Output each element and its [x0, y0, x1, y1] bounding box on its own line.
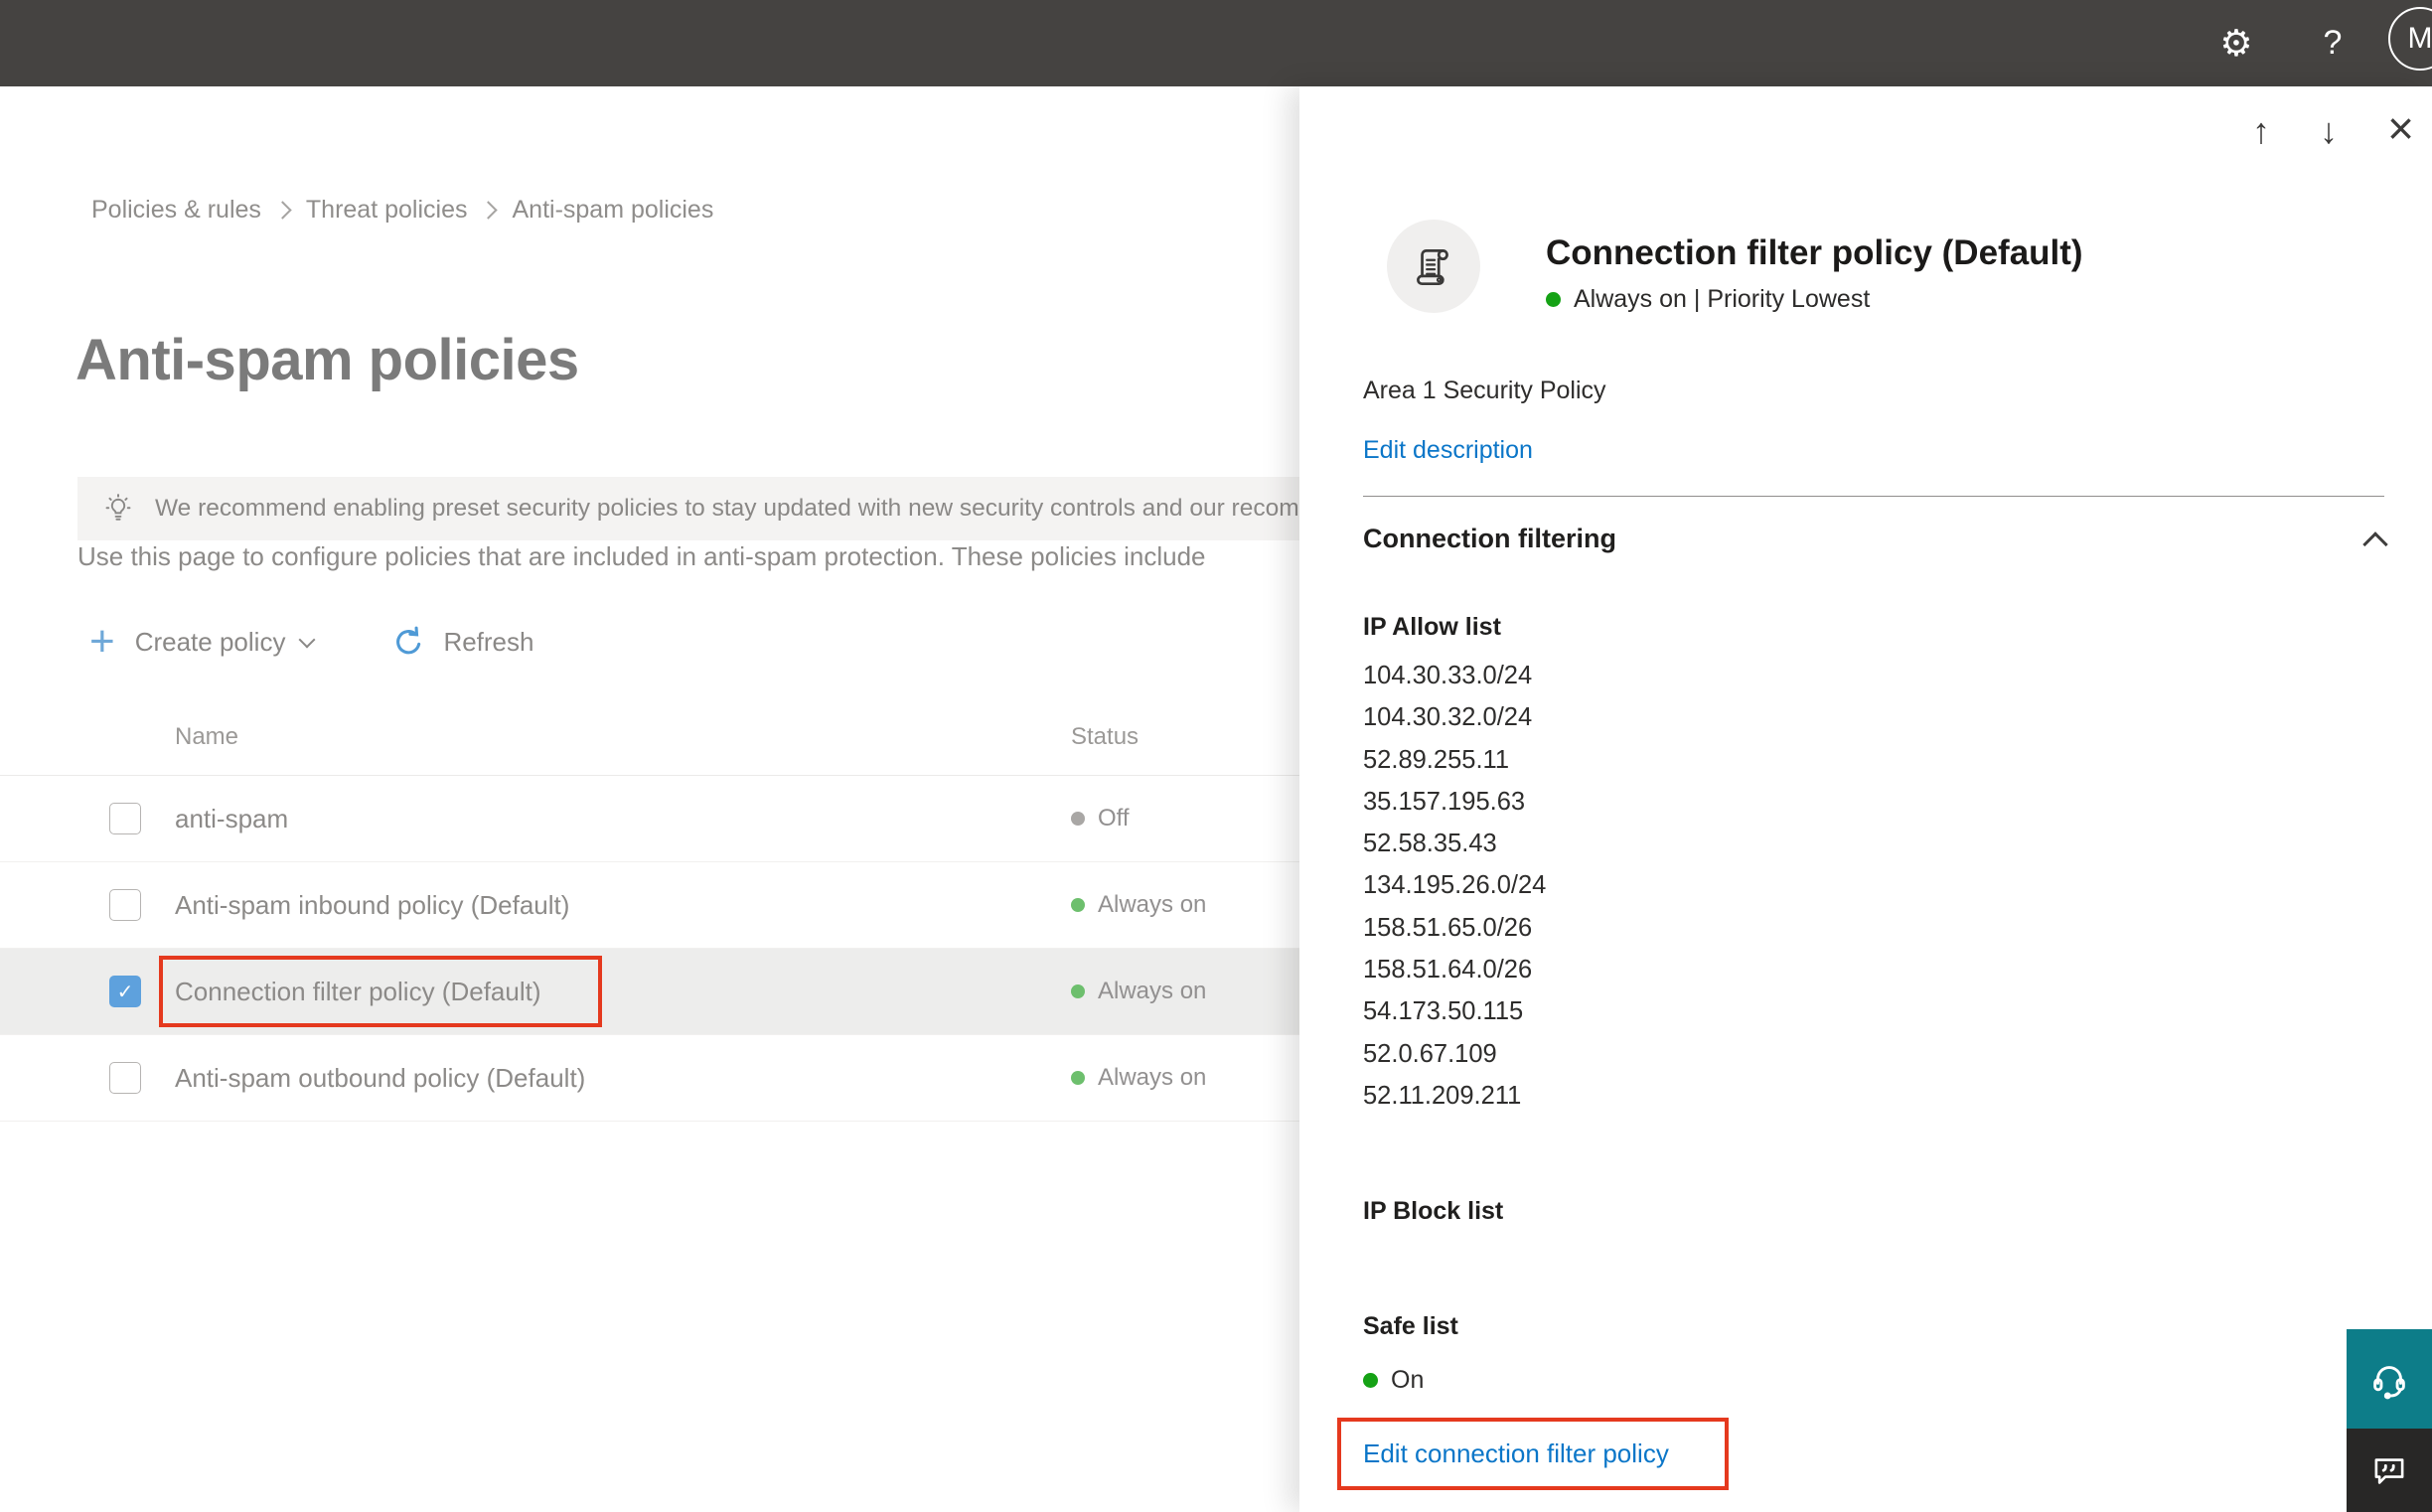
policy-name-link[interactable]: Connection filter policy (Default): [175, 977, 541, 1007]
column-header-name[interactable]: Name: [175, 723, 238, 751]
safe-list-status: On: [1363, 1366, 1424, 1395]
table-row[interactable]: anti-spam Off: [0, 776, 1299, 862]
panel-status-line: Always on | Priority Lowest: [1546, 285, 1870, 314]
panel-title: Connection filter policy (Default): [1546, 233, 2083, 272]
details-flyout-panel: ↑ ↓ × Connection filter policy (Default)…: [1299, 86, 2432, 1512]
feedback-speech-bubble-icon: [2374, 1458, 2404, 1484]
support-button[interactable]: [2347, 1329, 2432, 1429]
previous-item-arrow-up-icon[interactable]: ↑: [2252, 112, 2270, 149]
status-dot-gray: [1071, 812, 1085, 826]
ip-entry: 54.173.50.115: [1363, 997, 1524, 1026]
ip-entry: 52.11.209.211: [1363, 1081, 1522, 1110]
annotation-red-box: Edit connection filter policy: [1337, 1418, 1729, 1490]
breadcrumb-policies-rules[interactable]: Policies & rules: [91, 196, 261, 225]
ip-entry: 35.157.195.63: [1363, 787, 1526, 816]
section-title: Connection filtering: [1363, 524, 1616, 553]
ip-allow-list: 104.30.33.0/24 104.30.32.0/24 52.89.255.…: [1363, 655, 1546, 1117]
ip-entry: 104.30.32.0/24: [1363, 703, 1533, 732]
row-status: Off: [1071, 776, 1130, 861]
status-dot-green: [1071, 984, 1085, 998]
chevron-right-icon: [479, 201, 499, 220]
safe-list-status-text: On: [1391, 1366, 1425, 1394]
table-row[interactable]: Anti-spam outbound policy (Default) Alwa…: [0, 1035, 1299, 1122]
create-policy-label: Create policy: [134, 626, 286, 657]
refresh-label: Refresh: [443, 626, 534, 657]
row-status: Always on: [1071, 862, 1206, 948]
ip-entry: 104.30.33.0/24: [1363, 662, 1533, 689]
safe-list-label: Safe list: [1363, 1312, 1458, 1340]
edit-connection-filter-policy-link[interactable]: Edit connection filter policy: [1363, 1438, 1669, 1469]
status-dot-green: [1546, 292, 1561, 307]
status-text: Always on: [1098, 1064, 1207, 1091]
main-content: Policies & rules Threat policies Anti-sp…: [0, 86, 1299, 1512]
close-icon[interactable]: ×: [2387, 105, 2414, 151]
policy-name-link[interactable]: anti-spam: [175, 776, 288, 861]
lightbulb-icon: [105, 494, 131, 521]
connection-filtering-section-header: Connection filtering: [1363, 524, 2388, 557]
row-status: Always on: [1071, 949, 1206, 1034]
policy-icon-circle: [1387, 220, 1480, 313]
status-text: Off: [1098, 805, 1130, 832]
ip-entry: 134.195.26.0/24: [1363, 871, 1547, 900]
ip-entry: 52.58.35.43: [1363, 830, 1497, 858]
ip-entry: 52.0.67.109: [1363, 1039, 1497, 1068]
chevron-right-icon: [273, 201, 292, 220]
ip-entry: 158.51.64.0/26: [1363, 956, 1533, 984]
column-header-status[interactable]: Status: [1071, 723, 1139, 751]
status-dot-green: [1363, 1373, 1378, 1388]
policies-table: Name Status anti-spam Off Anti-spam inbo…: [0, 697, 1299, 1122]
ip-block-list-label: IP Block list: [1363, 1197, 1504, 1225]
plus-icon: +: [89, 617, 115, 666]
status-text: Always on: [1098, 978, 1207, 1004]
row-checkbox[interactable]: [109, 1062, 141, 1094]
policy-description: Area 1 Security Policy: [1363, 377, 1606, 404]
panel-status-text: Always on | Priority Lowest: [1574, 285, 1871, 313]
row-checkbox-checked[interactable]: ✓: [109, 976, 141, 1007]
row-checkbox[interactable]: [109, 889, 141, 921]
feedback-button[interactable]: [2347, 1429, 2432, 1512]
create-policy-button[interactable]: + Create policy: [89, 617, 316, 666]
headset-icon: [2373, 1366, 2405, 1400]
breadcrumb: Policies & rules Threat policies Anti-sp…: [91, 196, 713, 225]
breadcrumb-anti-spam-policies[interactable]: Anti-spam policies: [512, 196, 713, 225]
status-dot-green: [1071, 1071, 1085, 1085]
status-dot-green: [1071, 898, 1085, 912]
ip-entry: 52.89.255.11: [1363, 745, 1509, 774]
page-description: Use this page to configure policies that…: [77, 541, 1206, 571]
scroll-policy-icon: [1417, 249, 1448, 286]
table-row[interactable]: Anti-spam inbound policy (Default) Alway…: [0, 862, 1299, 949]
settings-gear-icon[interactable]: ⚙: [2211, 0, 2261, 86]
policy-name-link[interactable]: Anti-spam outbound policy (Default): [175, 1035, 585, 1121]
recommendation-banner: We recommend enabling preset security po…: [77, 477, 1299, 540]
status-text: Always on: [1098, 891, 1207, 918]
annotation-red-box: Connection filter policy (Default): [159, 956, 602, 1027]
row-status: Always on: [1071, 1035, 1206, 1121]
row-checkbox[interactable]: [109, 803, 141, 834]
help-icon[interactable]: ?: [2309, 0, 2356, 86]
panel-nav: ↑ ↓ ×: [2252, 105, 2414, 151]
next-item-arrow-down-icon[interactable]: ↓: [2320, 112, 2338, 149]
refresh-button[interactable]: Refresh: [390, 624, 533, 661]
ip-entry: 158.51.65.0/26: [1363, 913, 1533, 942]
table-row-selected[interactable]: ✓ Connection filter policy (Default) Alw…: [0, 949, 1299, 1035]
chevron-up-icon[interactable]: [2362, 530, 2388, 557]
account-avatar[interactable]: M: [2388, 7, 2432, 71]
refresh-icon: [396, 626, 421, 654]
table-header-row: Name Status: [0, 697, 1299, 776]
banner-text: We recommend enabling preset security po…: [155, 495, 1299, 522]
chevron-down-icon: [298, 631, 316, 649]
toolbar: + Create policy Refresh: [89, 619, 533, 665]
ip-allow-list-label: IP Allow list: [1363, 613, 1501, 641]
divider: [1363, 496, 2384, 497]
edit-description-link[interactable]: Edit description: [1363, 436, 1533, 465]
page-title: Anti-spam policies: [76, 328, 579, 392]
top-app-bar: ⚙ ? M: [0, 0, 2432, 86]
breadcrumb-threat-policies[interactable]: Threat policies: [306, 196, 468, 225]
policy-name-link[interactable]: Anti-spam inbound policy (Default): [175, 862, 569, 948]
